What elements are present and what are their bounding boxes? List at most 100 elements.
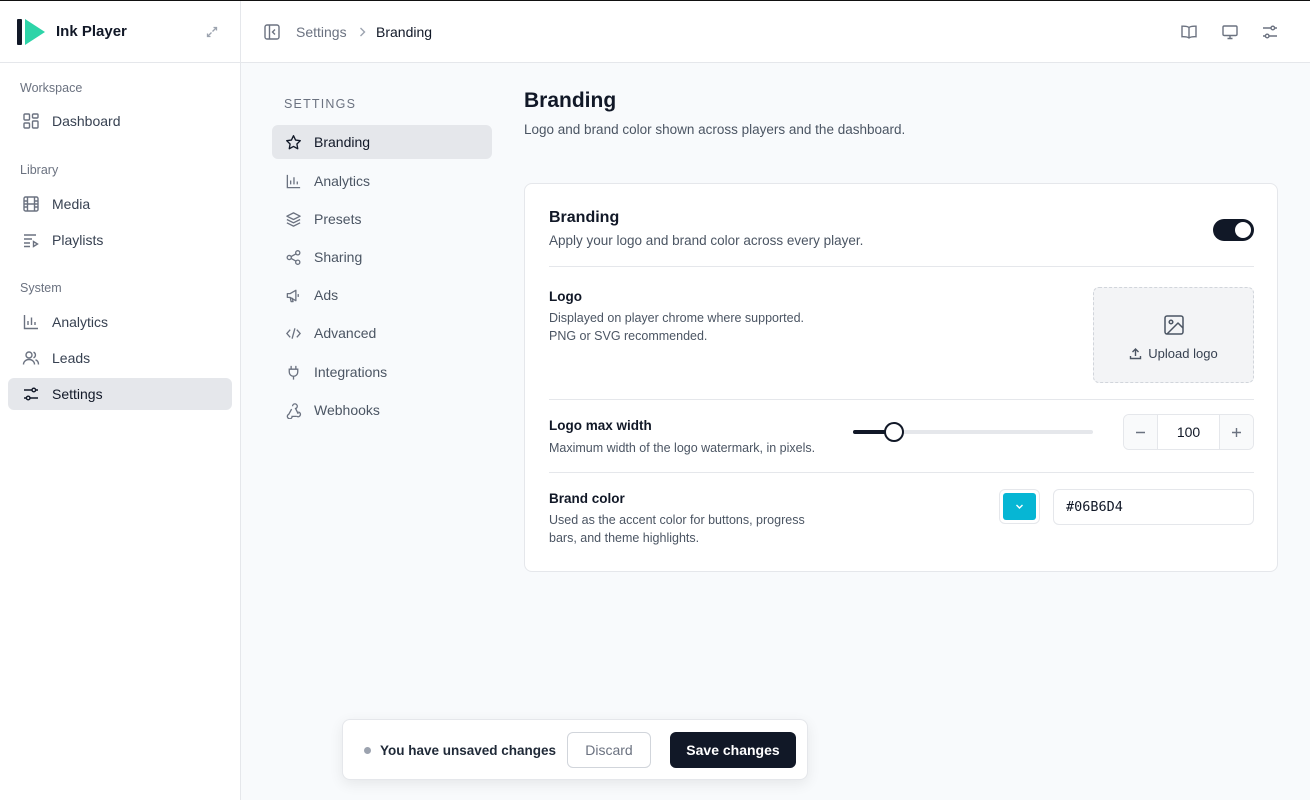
toggle-knob <box>1235 222 1251 238</box>
sidebar-section-system: System <box>20 281 62 295</box>
discard-button[interactable]: Discard <box>567 732 651 768</box>
upload-logo-label: Upload logo <box>1148 346 1218 361</box>
swatch-color <box>1003 493 1036 520</box>
book-icon[interactable] <box>1180 23 1198 41</box>
logo-width-slider[interactable] <box>853 422 1093 442</box>
sidebar-item-analytics[interactable]: Analytics <box>8 306 232 338</box>
settings-nav-branding[interactable]: Branding <box>272 125 492 159</box>
sidebar-toggle-icon[interactable] <box>263 23 281 41</box>
brand-color-desc-line2: bars, and theme highlights. <box>549 531 700 545</box>
settings-nav-title: SETTINGS <box>284 97 357 111</box>
sidebar-item-label: Dashboard <box>52 113 121 129</box>
page-title: Branding <box>524 89 617 112</box>
card-subtitle: Apply your logo and brand color across e… <box>549 233 864 248</box>
unsaved-message: You have unsaved changes <box>380 743 557 758</box>
slider-thumb[interactable] <box>883 422 904 442</box>
brand-color-hex-input[interactable] <box>1053 489 1254 525</box>
sliders-icon <box>24 387 38 401</box>
sidebar-item-label: Media <box>52 196 91 212</box>
sidebar-item-label: Analytics <box>52 314 109 330</box>
sliders-icon[interactable] <box>1261 23 1279 41</box>
top-bar: Settings Branding <box>241 1 1310 63</box>
plug-icon <box>288 365 299 380</box>
sidebar-section-library: Library <box>20 163 59 177</box>
breadcrumb-current: Branding <box>376 24 433 40</box>
divider <box>549 399 1254 400</box>
settings-nav-label: Analytics <box>314 173 371 189</box>
status-dot <box>364 747 371 754</box>
settings-nav-webhooks[interactable]: Webhooks <box>272 393 492 427</box>
webhook-icon <box>286 402 302 419</box>
expand-icon[interactable] <box>205 25 219 39</box>
brand-color-swatch[interactable] <box>999 489 1040 524</box>
sidebar-section-workspace: Workspace <box>20 81 83 95</box>
image-icon <box>1164 315 1184 335</box>
decrement-button[interactable] <box>1124 415 1157 449</box>
max-width-desc: Maximum width of the logo watermark, in … <box>549 441 816 455</box>
settings-nav-label: Advanced <box>314 325 377 341</box>
brand: Ink Player <box>0 1 240 63</box>
plus-icon <box>1232 427 1241 437</box>
settings-nav-label: Integrations <box>314 364 388 380</box>
film-icon <box>23 196 39 212</box>
users-icon <box>22 351 40 365</box>
logo-width-value[interactable]: 100 <box>1157 415 1220 449</box>
layers-icon <box>286 211 301 227</box>
sidebar-item-label: Settings <box>52 386 103 402</box>
sidebar-item-leads[interactable]: Leads <box>8 342 232 374</box>
settings-nav-advanced[interactable]: Advanced <box>272 316 492 350</box>
logo-label: Logo <box>549 289 582 304</box>
increment-button[interactable] <box>1220 415 1253 449</box>
divider <box>549 472 1254 473</box>
sidebar-item-media[interactable]: Media <box>8 188 232 220</box>
megaphone-icon <box>286 289 299 302</box>
settings-nav-presets[interactable]: Presets <box>272 202 492 236</box>
branding-toggle[interactable] <box>1213 219 1254 241</box>
branding-card: Branding Apply your logo and brand color… <box>524 183 1278 572</box>
sidebar-item-label: Leads <box>52 350 91 366</box>
upload-icon <box>1130 348 1142 360</box>
settings-nav-label: Presets <box>314 211 362 227</box>
settings-nav-analytics[interactable]: Analytics <box>272 164 492 198</box>
settings-nav-label: Webhooks <box>314 402 380 418</box>
settings-nav-label: Ads <box>314 287 339 303</box>
divider <box>549 266 1254 267</box>
settings-nav-ads[interactable]: Ads <box>272 278 492 312</box>
sidebar-item-settings[interactable]: Settings <box>8 378 232 410</box>
bar-chart-icon <box>23 315 38 330</box>
star-icon <box>286 134 301 149</box>
page-subtitle: Logo and brand color shown across player… <box>524 122 906 137</box>
upload-logo-dropzone[interactable]: Upload logo <box>1093 287 1254 383</box>
logo-width-stepper: 100 <box>1123 414 1254 450</box>
chevron-right-icon <box>360 27 366 37</box>
unsaved-changes-bar: You have unsaved changes Discard Save ch… <box>342 719 808 780</box>
minus-icon <box>1136 431 1145 433</box>
app-window: Ink Player Workspace Dashboard Library M… <box>0 0 1310 800</box>
bar-chart-icon <box>286 174 301 188</box>
brand-color-label: Brand color <box>549 491 625 506</box>
settings-nav-sharing[interactable]: Sharing <box>272 240 492 274</box>
upload-logo-label-row: Upload logo <box>1094 346 1253 361</box>
playlist-icon <box>24 234 39 248</box>
breadcrumb-parent[interactable]: Settings <box>296 24 347 40</box>
chevron-down-icon <box>1016 504 1023 509</box>
logo-desc-line1: Displayed on player chrome where support… <box>549 311 804 325</box>
monitor-icon[interactable] <box>1221 23 1239 41</box>
sidebar: Ink Player Workspace Dashboard Library M… <box>0 1 241 800</box>
sidebar-item-dashboard[interactable]: Dashboard <box>8 105 232 137</box>
app-logo-icon <box>17 18 45 45</box>
share-icon <box>286 249 301 265</box>
brand-color-desc-line1: Used as the accent color for buttons, pr… <box>549 513 805 527</box>
settings-nav-label: Branding <box>314 134 371 150</box>
code-icon <box>286 327 301 339</box>
sidebar-item-playlists[interactable]: Playlists <box>8 224 232 256</box>
grid-icon <box>23 113 39 129</box>
settings-nav-label: Sharing <box>314 249 363 265</box>
save-changes-button[interactable]: Save changes <box>670 732 796 768</box>
settings-nav-integrations[interactable]: Integrations <box>272 355 492 389</box>
max-width-label: Logo max width <box>549 418 652 433</box>
app-name: Ink Player <box>56 23 127 40</box>
logo-desc-line2: PNG or SVG recommended. <box>549 329 708 343</box>
card-title: Branding <box>549 209 620 226</box>
sidebar-item-label: Playlists <box>52 232 104 248</box>
